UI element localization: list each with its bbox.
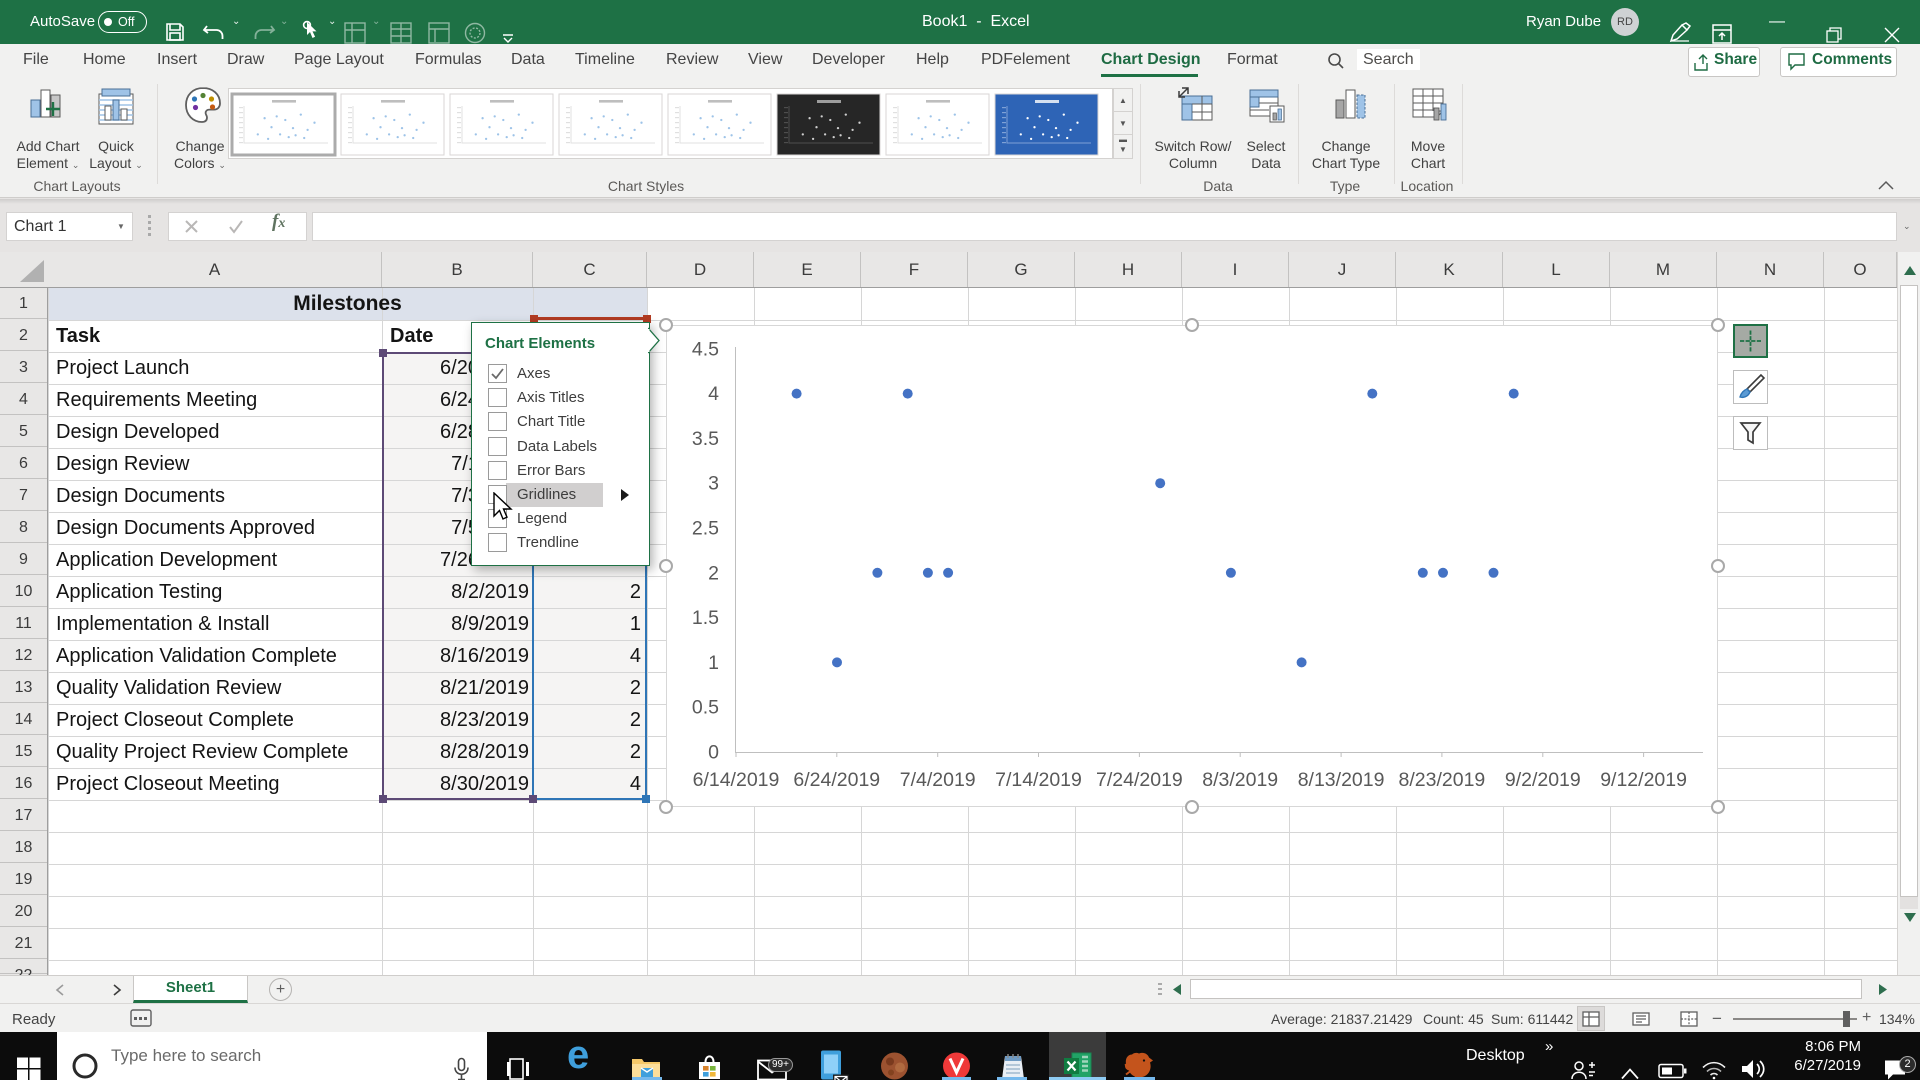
svg-text:4: 4 [708,383,719,405]
svg-text:7/24/2019: 7/24/2019 [1096,769,1183,791]
svg-text:6/14/2019: 6/14/2019 [693,769,780,791]
svg-text:3: 3 [708,473,719,495]
svg-text:2: 2 [708,562,719,584]
svg-text:0.5: 0.5 [692,697,719,719]
svg-text:4.5: 4.5 [692,338,719,360]
svg-text:8/3/2019: 8/3/2019 [1202,769,1278,791]
svg-text:7/14/2019: 7/14/2019 [995,769,1082,791]
svg-text:6/24/2019: 6/24/2019 [793,769,880,791]
svg-text:9/2/2019: 9/2/2019 [1505,769,1581,791]
svg-text:0: 0 [708,742,719,764]
svg-text:2.5: 2.5 [692,518,719,540]
svg-text:9/12/2019: 9/12/2019 [1600,769,1687,791]
svg-text:8/13/2019: 8/13/2019 [1298,769,1385,791]
svg-text:1: 1 [708,652,719,674]
svg-text:8/23/2019: 8/23/2019 [1399,769,1486,791]
svg-text:3.5: 3.5 [692,428,719,450]
svg-text:1.5: 1.5 [692,607,719,629]
svg-text:7/4/2019: 7/4/2019 [900,769,976,791]
